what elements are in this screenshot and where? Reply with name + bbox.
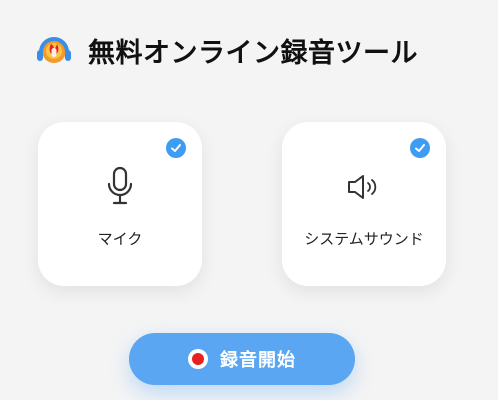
source-label-microphone: マイク — [97, 230, 143, 248]
source-card-system-sound[interactable]: システムサウンド — [282, 122, 446, 286]
record-dot-icon — [188, 349, 208, 369]
source-card-microphone[interactable]: マイク — [38, 122, 202, 286]
source-label-system-sound: システムサウンド — [304, 230, 424, 248]
checkmark-icon — [410, 138, 430, 158]
microphone-icon — [105, 166, 135, 210]
header: 無料オンライン録音ツール — [34, 30, 418, 70]
start-recording-label: 録音開始 — [220, 350, 296, 371]
start-recording-button[interactable]: 録音開始 — [129, 333, 355, 385]
page-title: 無料オンライン録音ツール — [88, 37, 418, 69]
speaker-icon — [346, 174, 382, 204]
recorder-page: 無料オンライン録音ツール マイク システムサウンド 録音開始 — [0, 0, 498, 400]
checkmark-icon — [166, 138, 186, 158]
headphones-logo-icon — [34, 30, 74, 70]
